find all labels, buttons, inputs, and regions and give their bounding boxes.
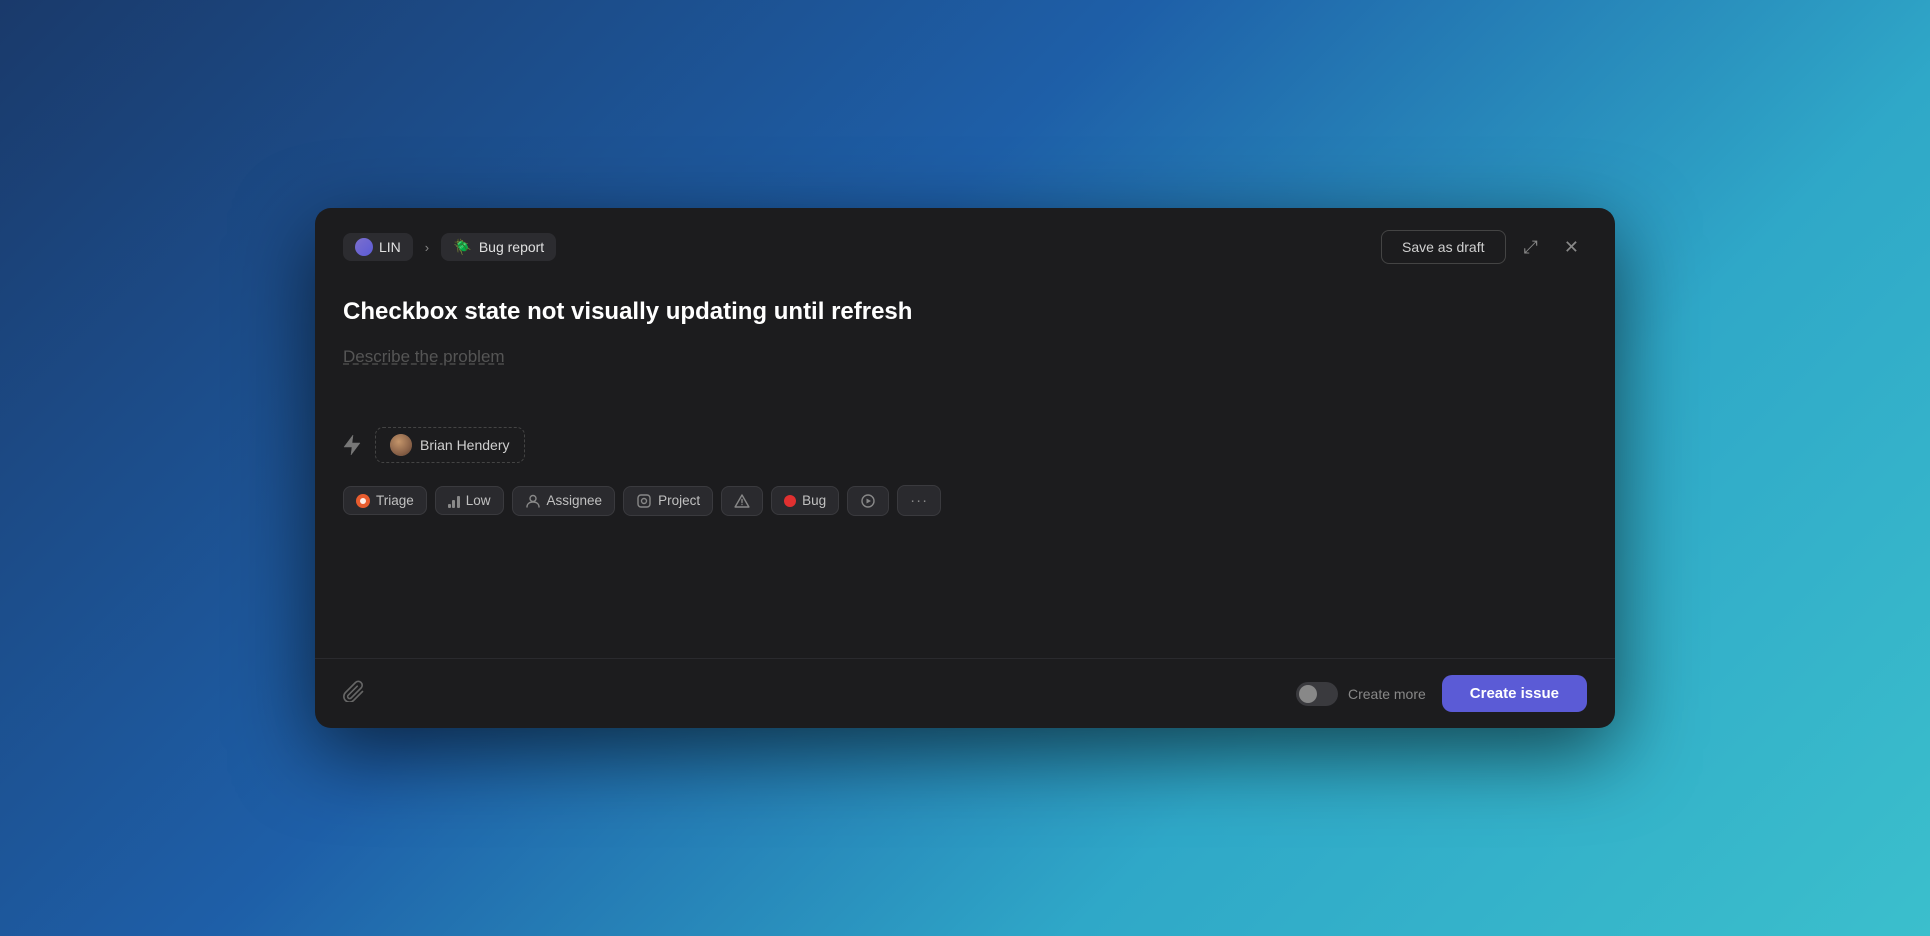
attach-icon[interactable]: [343, 680, 365, 708]
lin-label: LIN: [379, 239, 401, 255]
assignee-name: Brian Hendery: [420, 437, 510, 453]
toggle-knob: [1299, 685, 1317, 703]
create-issue-modal: LIN › 🪲 Bug report Save as draft ⤢ ✕ Che…: [315, 208, 1615, 728]
footer-right: Create more Create issue: [1296, 675, 1587, 712]
assignee-row: Brian Hendery: [343, 427, 1587, 463]
tag-play[interactable]: [847, 486, 889, 516]
lin-logo-icon: [355, 238, 373, 256]
expand-button[interactable]: ⤢: [1516, 231, 1546, 264]
create-issue-button[interactable]: Create issue: [1442, 675, 1587, 712]
bolt-icon: [343, 434, 361, 456]
bug-emoji-icon: 🪲: [453, 238, 472, 256]
priority-label: Low: [466, 493, 491, 508]
project-tag-label: Project: [658, 493, 700, 508]
tag-project[interactable]: Project: [623, 486, 713, 516]
play-icon: [860, 493, 876, 509]
template-label: Bug report: [479, 239, 544, 255]
template-badge[interactable]: 🪲 Bug report: [441, 233, 556, 261]
modal-header: LIN › 🪲 Bug report Save as draft ⤢ ✕: [315, 208, 1615, 280]
issue-title[interactable]: Checkbox state not visually updating unt…: [343, 296, 1587, 327]
close-button[interactable]: ✕: [1556, 231, 1587, 264]
footer-left: [343, 680, 365, 708]
header-breadcrumb: LIN › 🪲 Bug report: [343, 233, 556, 261]
breadcrumb-chevron: ›: [425, 240, 429, 255]
lin-badge[interactable]: LIN: [343, 233, 413, 261]
tag-more[interactable]: ···: [897, 485, 941, 516]
modal-footer: Create more Create issue: [315, 658, 1615, 728]
description-field[interactable]: Describe the problem: [343, 347, 1587, 367]
priority-bar-icon: [448, 494, 460, 508]
save-draft-button[interactable]: Save as draft: [1381, 230, 1506, 264]
assignee-icon: [525, 493, 541, 509]
tag-assignee[interactable]: Assignee: [512, 486, 616, 516]
assignee-chip[interactable]: Brian Hendery: [375, 427, 525, 463]
header-actions: Save as draft ⤢ ✕: [1381, 230, 1587, 264]
avatar: [390, 434, 412, 456]
triage-dot-icon: [356, 494, 370, 508]
tag-triage[interactable]: Triage: [343, 486, 427, 515]
assignee-tag-label: Assignee: [547, 493, 603, 508]
triage-label: Triage: [376, 493, 414, 508]
expand-icon: ⤢: [1524, 237, 1538, 258]
close-icon: ✕: [1564, 237, 1579, 258]
tag-bug[interactable]: Bug: [771, 486, 839, 515]
more-icon: ···: [910, 492, 928, 509]
warning-icon: [734, 493, 750, 509]
bug-label: Bug: [802, 493, 826, 508]
tag-warning[interactable]: [721, 486, 763, 516]
tag-priority[interactable]: Low: [435, 486, 504, 515]
modal-body: Checkbox state not visually updating unt…: [315, 280, 1615, 658]
tags-row: Triage Low Assignee: [343, 485, 1587, 516]
create-more-toggle-row: Create more: [1296, 682, 1426, 706]
bug-dot-icon: [784, 495, 796, 507]
create-more-label: Create more: [1348, 686, 1426, 702]
create-more-toggle[interactable]: [1296, 682, 1338, 706]
project-icon: [636, 493, 652, 509]
